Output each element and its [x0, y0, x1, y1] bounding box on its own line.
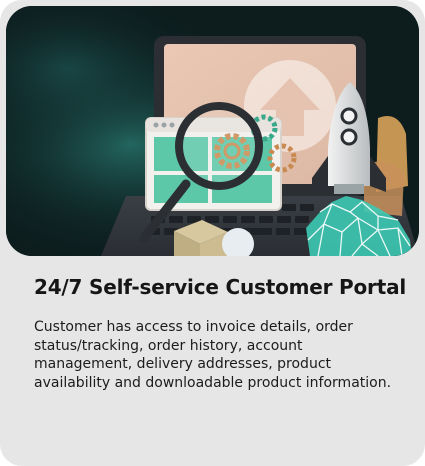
card-description: Customer has access to invoice details, … [34, 319, 392, 391]
hero-illustration [6, 6, 419, 256]
feature-card: 24/7 Self-service Customer Portal Custom… [0, 0, 425, 466]
card-title: 24/7 Self-service Customer Portal [34, 275, 407, 299]
hero-illustration-svg [6, 6, 419, 256]
